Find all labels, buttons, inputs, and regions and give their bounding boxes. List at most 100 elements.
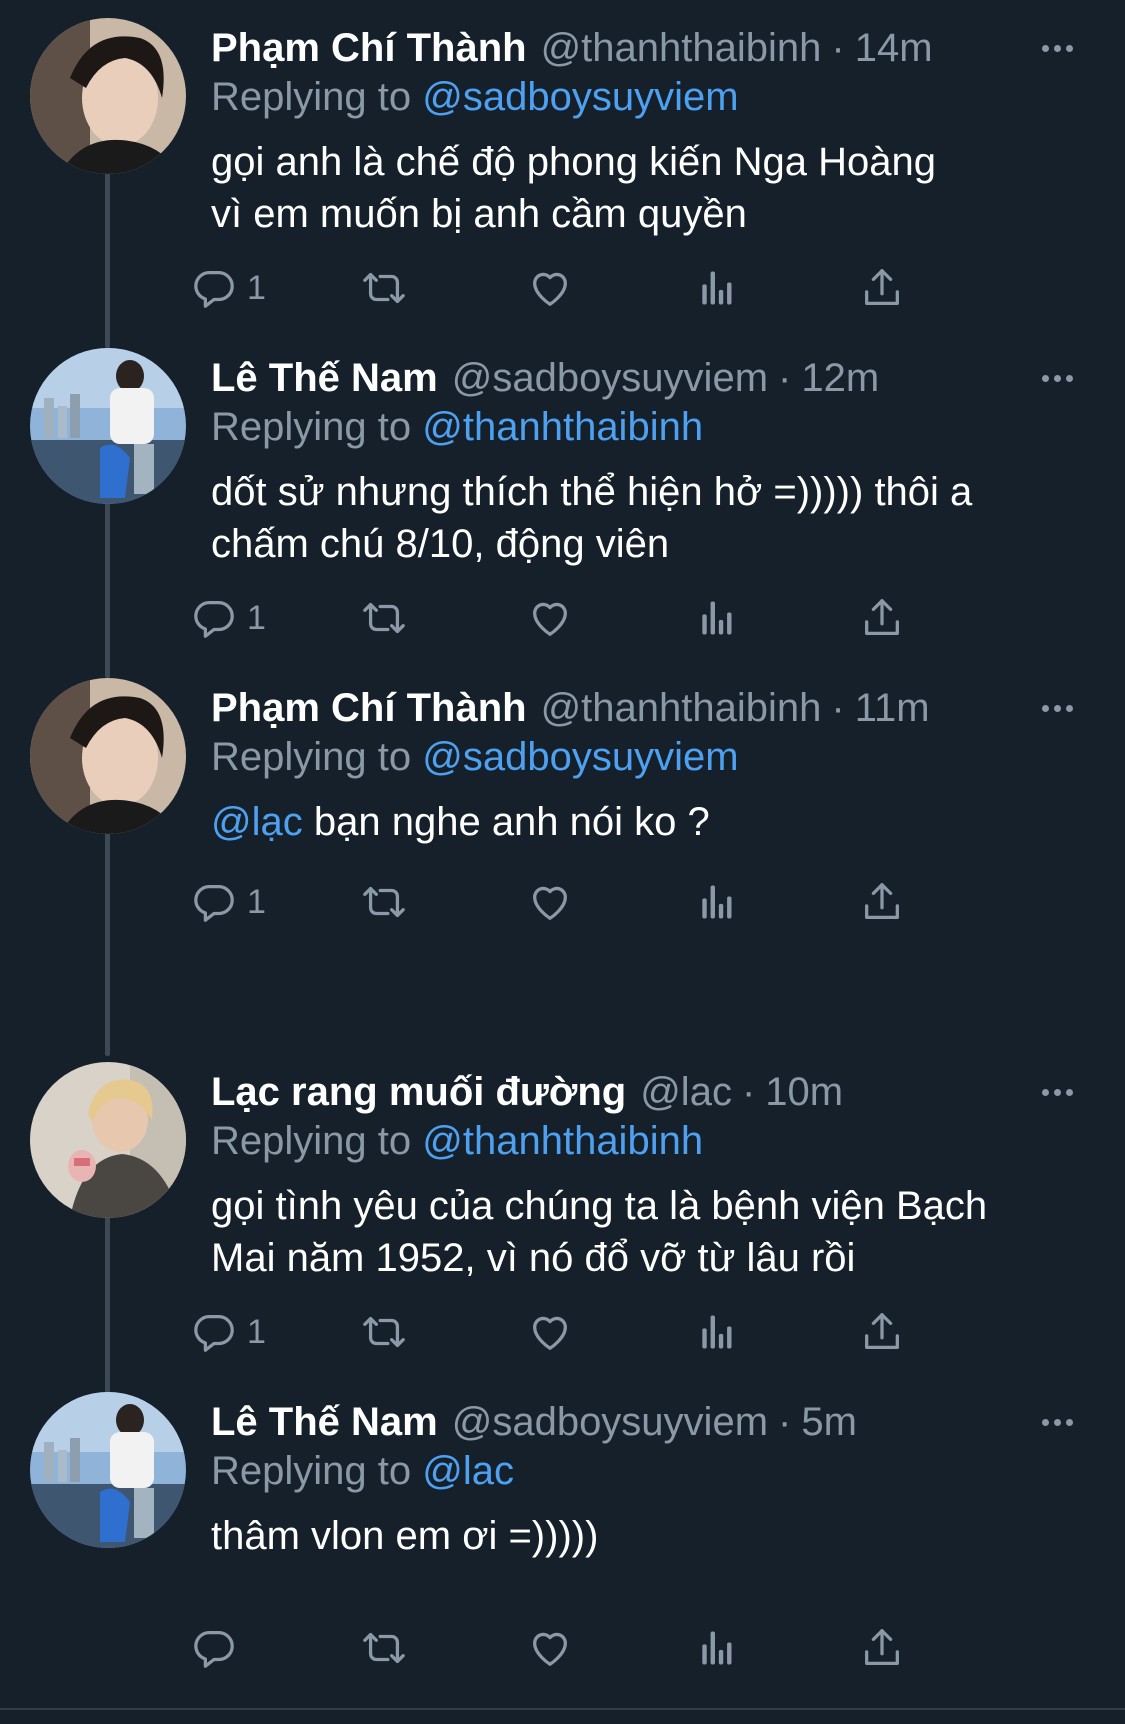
replying-to: Replying to @sadboysuyviem	[211, 69, 739, 125]
share-button[interactable]	[859, 872, 905, 932]
separator-dot: ·	[831, 26, 845, 70]
analytics-icon	[697, 880, 737, 924]
like-button[interactable]	[527, 872, 573, 932]
avatar[interactable]	[30, 1392, 186, 1548]
replying-to: Replying to @lac	[211, 1443, 514, 1499]
replying-to-link[interactable]: @thanhthaibinh	[422, 405, 703, 449]
replying-to: Replying to @thanhthaibinh	[211, 1113, 703, 1169]
share-icon	[859, 1309, 905, 1355]
reply-count: 1	[247, 1312, 266, 1351]
avatar[interactable]	[30, 1062, 186, 1218]
reply-button[interactable]: 1	[191, 588, 266, 648]
retweet-button[interactable]	[359, 1302, 409, 1362]
reply-count: 1	[247, 598, 266, 637]
tweet[interactable]: Lạc rang muối đường @lac · 10m Replying …	[0, 1062, 1125, 1382]
avatar[interactable]	[30, 348, 186, 504]
tweet-text: dốt sử nhưng thích thể hiện hở =))))) th…	[211, 466, 1091, 570]
tweet-actions: 1	[194, 1302, 1011, 1362]
timestamp[interactable]: 11m	[855, 678, 930, 738]
retweet-icon	[359, 1309, 409, 1355]
share-icon	[859, 1625, 905, 1671]
tweet-text-line: @lạc bạn nghe anh nói ko ?	[211, 796, 1091, 848]
reply-icon	[191, 595, 237, 641]
retweet-icon	[359, 595, 409, 641]
separator-dot: ·	[778, 356, 792, 400]
mention-link[interactable]: @lạc	[211, 800, 303, 844]
reply-button[interactable]: 1	[191, 258, 266, 318]
divider	[0, 1708, 1125, 1710]
replying-label: Replying to	[211, 1119, 412, 1163]
views-button[interactable]	[697, 588, 737, 648]
avatar[interactable]	[30, 678, 186, 834]
views-button[interactable]	[697, 1302, 737, 1362]
tweet-text-rest: bạn nghe anh nói ko ?	[302, 800, 710, 844]
separator-dot: ·	[831, 686, 845, 730]
retweet-button[interactable]	[359, 872, 409, 932]
like-button[interactable]	[527, 1302, 573, 1362]
reply-button[interactable]: 1	[191, 872, 266, 932]
share-icon	[859, 265, 905, 311]
reply-button[interactable]	[191, 1618, 237, 1678]
replying-to-link[interactable]: @lac	[422, 1449, 514, 1493]
separator-dot: ·	[741, 1070, 756, 1114]
more-icon[interactable]	[1042, 1392, 1073, 1452]
like-button[interactable]	[527, 258, 573, 318]
views-button[interactable]	[697, 1618, 737, 1678]
replying-to-link[interactable]: @thanhthaibinh	[422, 1119, 703, 1163]
tweet-text: thâm vlon em ơi =)))))	[211, 1510, 1091, 1562]
separator-dot: ·	[778, 1400, 792, 1444]
share-button[interactable]	[859, 1618, 905, 1678]
tweet[interactable]: Lê Thế Nam @sadboysuyviem · 12m Replying…	[0, 348, 1125, 668]
tweet-actions	[194, 1618, 1011, 1678]
retweet-button[interactable]	[359, 258, 409, 318]
timestamp[interactable]: 5m	[801, 1392, 857, 1452]
analytics-icon	[697, 1626, 737, 1670]
share-button[interactable]	[859, 1302, 905, 1362]
avatar[interactable]	[30, 18, 186, 174]
replying-to-link[interactable]: @sadboysuyviem	[422, 75, 738, 119]
tweet[interactable]: Phạm Chí Thành @thanhthaibinh · 11m Repl…	[0, 678, 1125, 948]
heart-icon	[527, 265, 573, 311]
reply-icon	[191, 1309, 237, 1355]
avatar-image	[30, 1062, 186, 1218]
retweet-button[interactable]	[359, 588, 409, 648]
replying-to: Replying to @thanhthaibinh	[211, 399, 703, 455]
reply-icon	[191, 879, 237, 925]
analytics-icon	[697, 1310, 737, 1354]
share-icon	[859, 595, 905, 641]
heart-icon	[527, 1625, 573, 1671]
reply-count: 1	[247, 268, 266, 307]
like-button[interactable]	[527, 588, 573, 648]
timestamp[interactable]: 10m	[765, 1062, 843, 1122]
tweet-text-line: gọi tình yêu của chúng ta là bệnh viện B…	[211, 1184, 988, 1228]
thread-view: Phạm Chí Thành @thanhthaibinh · 14m Repl…	[0, 0, 1125, 1724]
more-icon[interactable]	[1042, 348, 1073, 408]
retweet-icon	[359, 265, 409, 311]
heart-icon	[527, 595, 573, 641]
views-button[interactable]	[697, 872, 737, 932]
tweet-text: gọi anh là chế độ phong kiến Nga Hoàng v…	[211, 136, 1091, 240]
tweet-text-line: gọi anh là chế độ phong kiến Nga Hoàng	[211, 140, 936, 184]
replying-to-link[interactable]: @sadboysuyviem	[422, 735, 738, 779]
timestamp[interactable]: 12m	[801, 348, 879, 408]
reply-button[interactable]: 1	[191, 1302, 266, 1362]
heart-icon	[527, 1309, 573, 1355]
share-button[interactable]	[859, 588, 905, 648]
tweet[interactable]: Lê Thế Nam @sadboysuyviem · 5m Replying …	[0, 1392, 1125, 1702]
replying-label: Replying to	[211, 75, 412, 119]
tweet-text-line: thâm vlon em ơi =)))))	[211, 1514, 599, 1558]
more-icon[interactable]	[1042, 678, 1073, 738]
share-button[interactable]	[859, 258, 905, 318]
replying-to: Replying to @sadboysuyviem	[211, 729, 739, 785]
more-icon[interactable]	[1042, 18, 1073, 78]
more-icon[interactable]	[1042, 1062, 1073, 1122]
retweet-icon	[359, 879, 409, 925]
tweet-actions: 1	[194, 872, 1011, 932]
views-button[interactable]	[697, 258, 737, 318]
tweet-text: gọi tình yêu của chúng ta là bệnh viện B…	[211, 1180, 1091, 1284]
retweet-button[interactable]	[359, 1618, 409, 1678]
replying-label: Replying to	[211, 405, 412, 449]
timestamp[interactable]: 14m	[855, 18, 933, 78]
like-button[interactable]	[527, 1618, 573, 1678]
tweet[interactable]: Phạm Chí Thành @thanhthaibinh · 14m Repl…	[0, 18, 1125, 338]
